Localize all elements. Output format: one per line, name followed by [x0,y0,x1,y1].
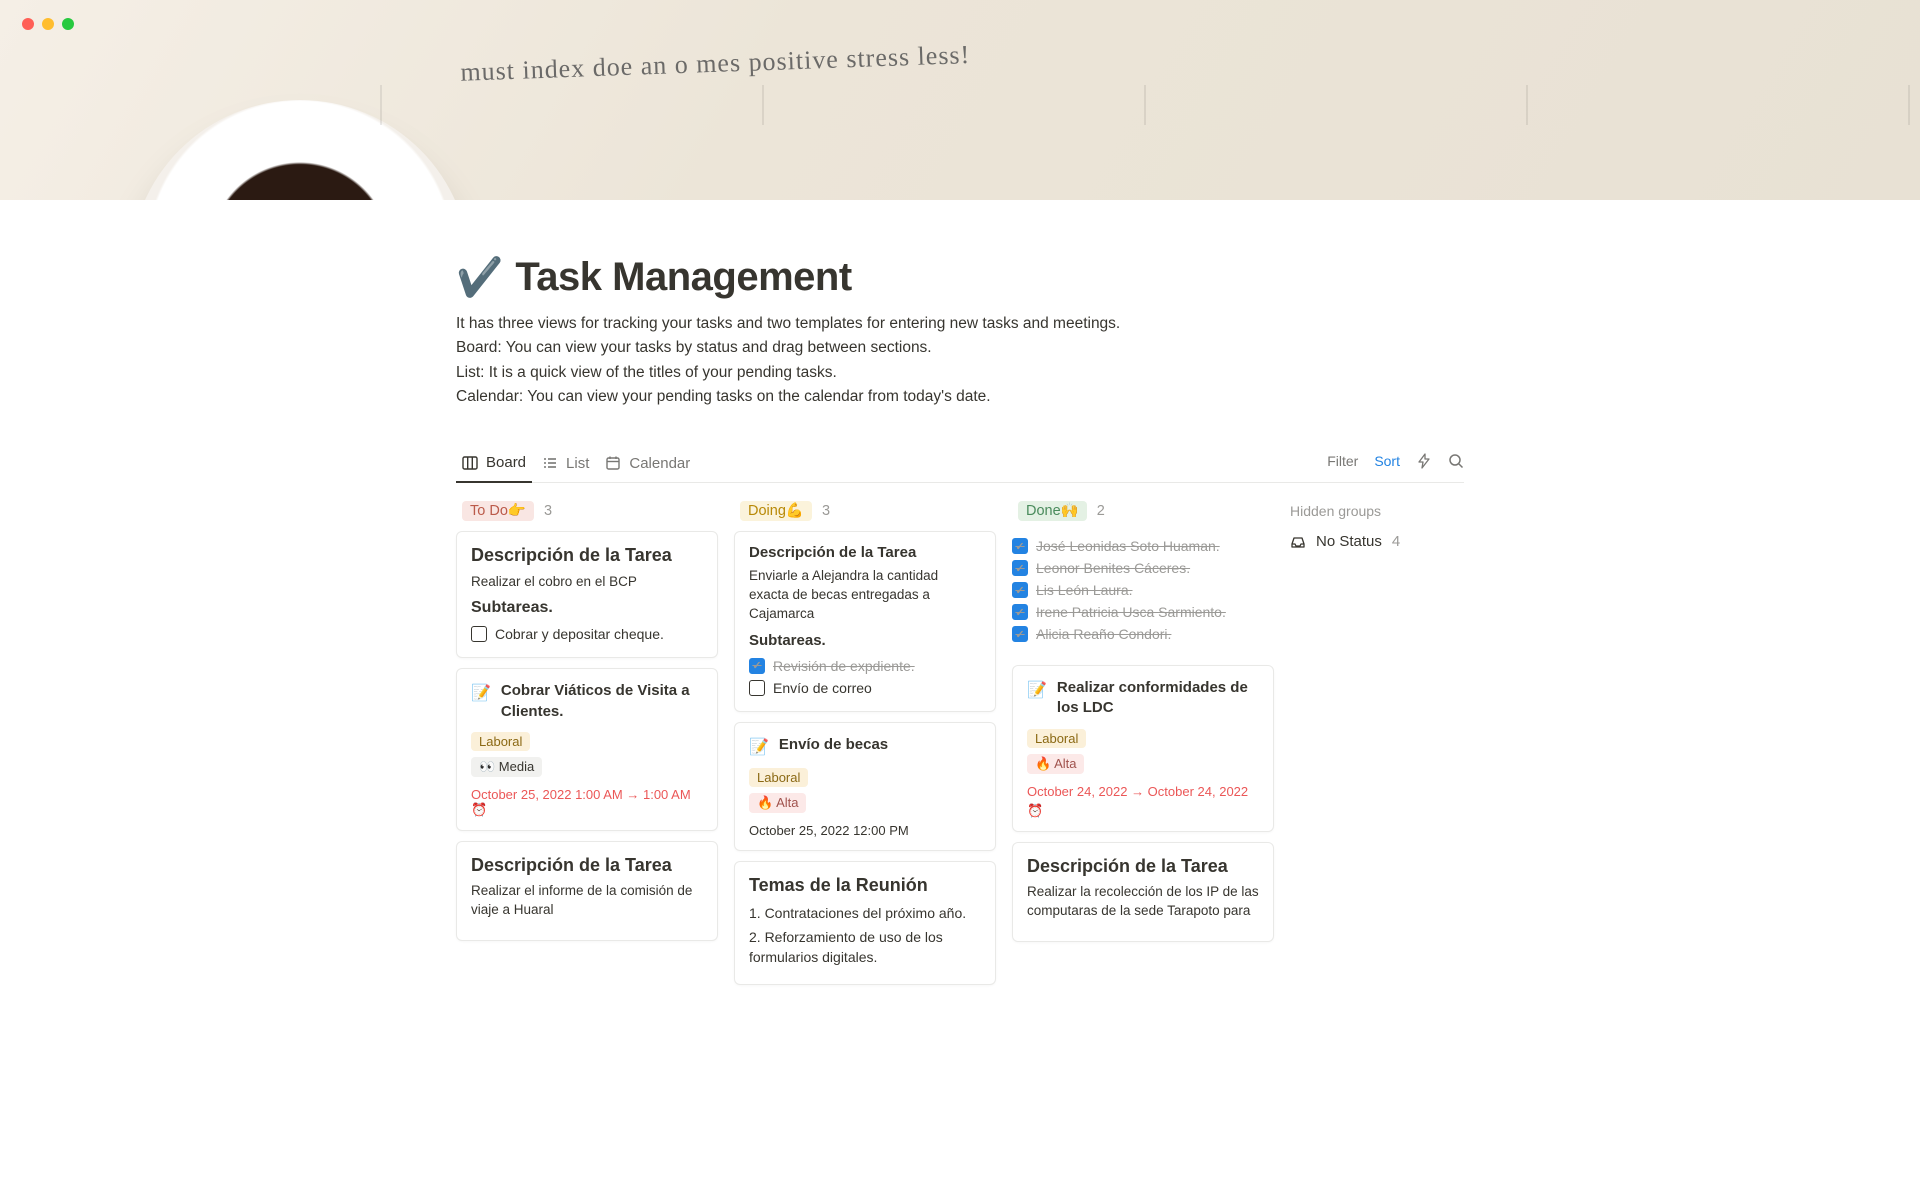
card-title: Descripción de la Tarea [471,854,703,877]
page-description[interactable]: It has three views for tracking your tas… [456,312,1464,408]
card-title: Descripción de la Tarea [1027,855,1259,878]
checklist-item[interactable]: ✓José Leonidas Soto Huaman. [1012,535,1274,557]
checkbox-checked-icon[interactable]: ✓ [1012,538,1028,554]
card[interactable]: 📝Envío de becas Laboral 🔥 Alta October 2… [734,722,996,852]
card[interactable]: Temas de la Reunión 1. Contrataciones de… [734,861,996,984]
checklist-item[interactable]: ✓Lis León Laura. [1012,579,1274,601]
tag-laboral: Laboral [471,732,530,751]
status-badge[interactable]: Done🙌 [1018,501,1087,521]
checklist-item[interactable]: Cobrar y depositar cheque. [471,623,703,645]
card[interactable]: Descripción de la Tarea Realizar la reco… [1012,842,1274,942]
board-icon [462,455,478,471]
inbox-icon [1290,534,1306,550]
card-body: Realizar el informe de la comisión de vi… [471,882,703,920]
view-tabs: Board List Calendar Filter Sort [456,448,1464,483]
card-body: Realizar la recolección de los IP de las… [1027,883,1259,921]
column-doing: Doing💪 3 Descripción de la Tarea Enviarl… [734,499,996,995]
page-icon[interactable]: ✔️ [456,259,503,297]
hidden-group-no-status[interactable]: No Status 4 [1290,533,1464,550]
sort-button[interactable]: Sort [1374,453,1400,469]
card[interactable]: Descripción de la Tarea Enviarle a Aleja… [734,531,996,712]
checkbox-icon[interactable] [749,680,765,696]
checklist-item[interactable]: ✓ Revisión de expdiente. [749,655,981,677]
tag-laboral: Laboral [1027,729,1086,748]
checklist-item[interactable]: ✓Irene Patricia Usca Sarmiento. [1012,601,1274,623]
hidden-groups: Hidden groups No Status 4 [1290,499,1464,550]
tag-laboral: Laboral [749,768,808,787]
due-date: October 25, 2022 12:00 PM [749,823,981,838]
checklist-item[interactable]: ✓Alicia Reaño Condori. [1012,623,1274,645]
checkbox-checked-icon[interactable]: ✓ [1012,626,1028,642]
tab-list[interactable]: List [536,448,595,482]
memo-icon: 📝 [471,683,491,705]
status-badge[interactable]: To Do👉 [462,501,534,521]
due-date: October 24, 2022 → October 24, 2022 [1027,784,1259,799]
calendar-icon [605,455,621,471]
window-controls [22,18,74,30]
status-badge[interactable]: Doing💪 [740,501,812,521]
subtasks-heading: Subtareas. [749,632,981,649]
card[interactable]: 📝Cobrar Viáticos de Visita a Clientes. L… [456,668,718,831]
subtasks-heading: Subtareas. [471,599,703,617]
card[interactable]: Descripción de la Tarea Realizar el cobr… [456,531,718,658]
hidden-groups-title: Hidden groups [1290,503,1464,519]
checkbox-checked-icon[interactable]: ✓ [749,658,765,674]
checkbox-checked-icon[interactable]: ✓ [1012,560,1028,576]
checklist-item[interactable]: Envío de correo [749,677,981,699]
list-icon [542,455,558,471]
board-view: To Do👉 3 Descripción de la Tarea Realiza… [456,499,1464,995]
automation-icon[interactable] [1416,453,1432,469]
column-todo: To Do👉 3 Descripción de la Tarea Realiza… [456,499,718,951]
card[interactable]: ✓José Leonidas Soto Huaman. ✓Leonor Beni… [1012,531,1274,655]
checkbox-checked-icon[interactable]: ✓ [1012,604,1028,620]
checkbox-icon[interactable] [471,626,487,642]
tag-media: 👀 Media [471,757,542,777]
tab-board[interactable]: Board [456,448,532,483]
card-body: Enviarle a Alejandra la cantidad exacta … [749,567,981,624]
card[interactable]: Descripción de la Tarea Realizar el info… [456,841,718,941]
count: 3 [822,503,830,519]
alarm-icon: ⏰ [1027,803,1259,819]
due-date: October 25, 2022 1:00 AM → 1:00 AM ⏰ [471,787,703,818]
search-icon[interactable] [1448,453,1464,469]
cover-image: must index doe an o mes positive stress … [0,0,1920,200]
count: 2 [1097,503,1105,519]
tab-calendar[interactable]: Calendar [599,448,696,482]
page-title[interactable]: Task Management [515,255,851,300]
close-icon[interactable] [22,18,34,30]
card-title: Descripción de la Tarea [471,544,703,567]
card[interactable]: 📝Realizar conformidades de los LDC Labor… [1012,665,1274,832]
checklist-item[interactable]: ✓Leonor Benites Cáceres. [1012,557,1274,579]
card-title: Descripción de la Tarea [749,544,981,561]
fullscreen-icon[interactable] [62,18,74,30]
checkbox-checked-icon[interactable]: ✓ [1012,582,1028,598]
tag-alta: 🔥 Alta [1027,754,1084,774]
memo-icon: 📝 [749,737,769,759]
memo-icon: 📝 [1027,680,1047,702]
filter-button[interactable]: Filter [1327,453,1358,469]
count: 3 [544,503,552,519]
card-body: Realizar el cobro en el BCP [471,573,703,592]
list-item: 2. Reforzamiento de uso de los formulari… [749,927,981,968]
cover-scribble: must index doe an o mes positive stress … [460,5,1880,91]
column-done: Done🙌 2 ✓José Leonidas Soto Huaman. ✓Leo… [1012,499,1274,952]
list-item: 1. Contrataciones del próximo año. [749,903,981,923]
card-title: Temas de la Reunión [749,874,981,897]
minimize-icon[interactable] [42,18,54,30]
tag-alta: 🔥 Alta [749,793,806,813]
